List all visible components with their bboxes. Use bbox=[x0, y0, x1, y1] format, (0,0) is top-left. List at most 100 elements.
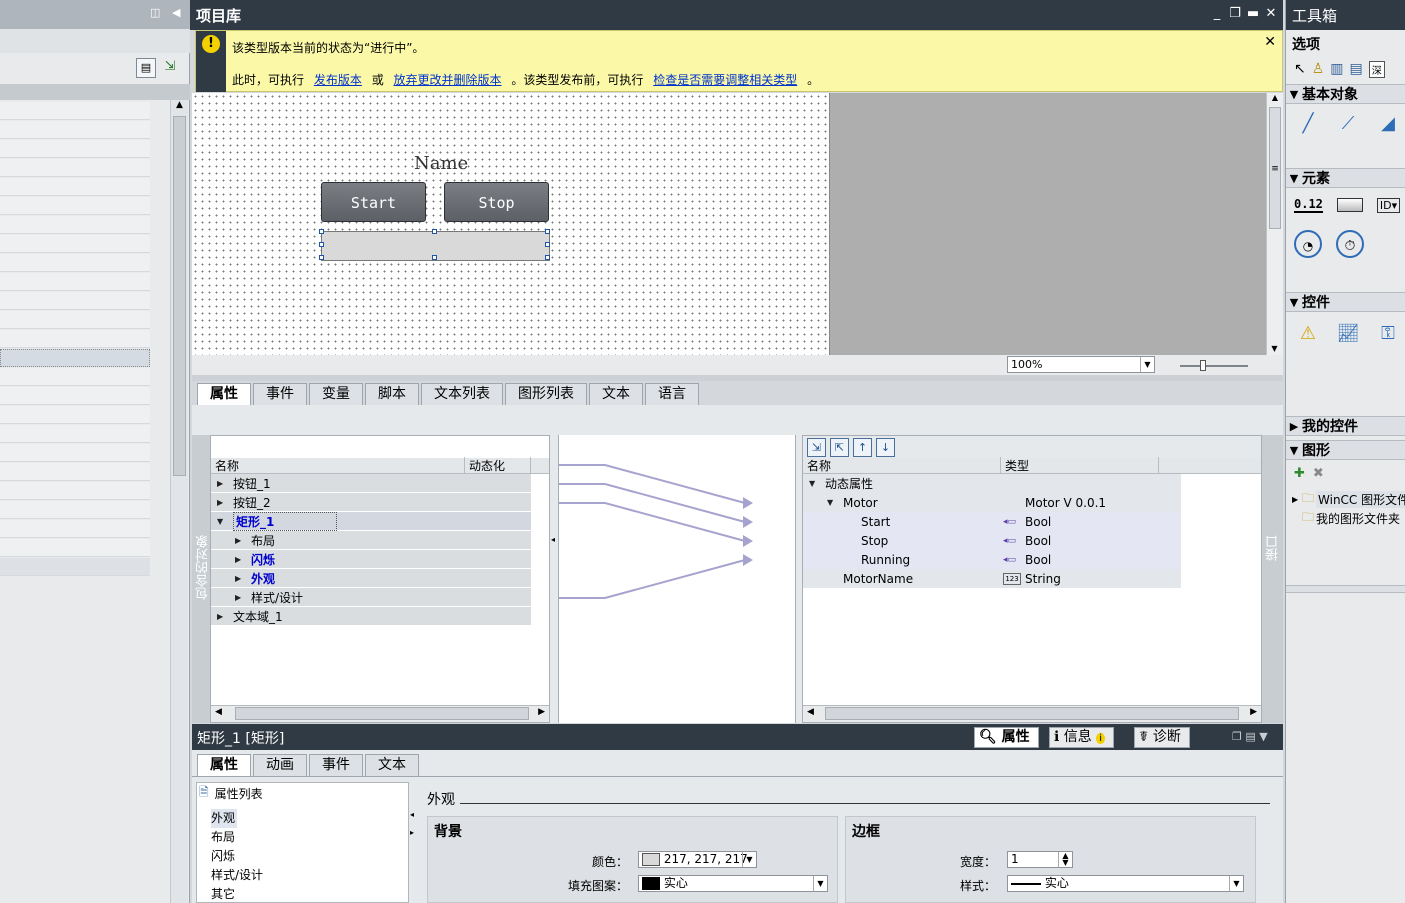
scroll-right-icon[interactable]: ▶ bbox=[1250, 707, 1257, 717]
col-dynamic[interactable]: 动态化 bbox=[465, 457, 531, 474]
scroll-thumb[interactable] bbox=[235, 707, 529, 720]
resize-handle[interactable] bbox=[432, 229, 437, 234]
faceplate-canvas[interactable]: Name Start Stop bbox=[192, 93, 830, 355]
fill-pattern-select[interactable]: 实心 ▼ bbox=[638, 875, 828, 892]
zoom-select[interactable]: 100% ▼ bbox=[1007, 356, 1155, 373]
tree-row-selected[interactable]: ▼ 矩形_1 bbox=[211, 511, 531, 531]
tab-events[interactable]: 事件 bbox=[253, 383, 307, 405]
expand-icon[interactable]: ▶ bbox=[235, 555, 245, 564]
collapse-icon[interactable]: ▼ bbox=[809, 479, 819, 488]
switch-element-icon[interactable]: ID▾ bbox=[1376, 197, 1401, 213]
scroll-left-icon[interactable]: ◀ bbox=[807, 707, 814, 717]
horizontal-scrollbar[interactable]: ◀ ▶ bbox=[803, 705, 1261, 722]
close-icon[interactable]: ✕ bbox=[1264, 7, 1278, 21]
start-button[interactable]: Start bbox=[321, 182, 426, 222]
scroll-thumb[interactable]: ≡ bbox=[1269, 107, 1281, 229]
chevron-down-icon[interactable]: ▼ bbox=[1286, 172, 1302, 185]
resize-handle[interactable] bbox=[545, 242, 550, 247]
section-controls[interactable]: ▼ 控件 bbox=[1286, 292, 1405, 312]
tab-languages[interactable]: 语言 bbox=[645, 383, 699, 405]
resize-handle[interactable] bbox=[432, 255, 437, 260]
tree-row[interactable]: Stop ◂▭ Bool bbox=[803, 531, 1181, 550]
tree-row[interactable]: Start ◂▭ Bool bbox=[803, 512, 1181, 531]
left-vertical-scrollbar[interactable]: ▲ bbox=[170, 100, 188, 903]
scroll-up-icon[interactable]: ▲ bbox=[171, 100, 188, 116]
scroll-up-icon[interactable]: ▲ bbox=[1267, 93, 1283, 107]
button-element-icon[interactable] bbox=[1336, 198, 1363, 212]
chevron-down-icon[interactable]: ▼ bbox=[1286, 444, 1302, 457]
banner-close-icon[interactable]: ✕ bbox=[1264, 34, 1276, 50]
icon-view-icon[interactable]: ▥ bbox=[1330, 61, 1343, 77]
tree-row[interactable]: ▶ 按钮_1 bbox=[211, 474, 531, 493]
expand-icon[interactable]: ▶ bbox=[217, 479, 227, 488]
move-down-icon[interactable]: ↓ bbox=[876, 437, 895, 457]
tree-row[interactable]: ▼ Motor Motor V 0.0.1 bbox=[803, 493, 1181, 512]
line-icon[interactable]: ╱ bbox=[1294, 110, 1322, 138]
col-name[interactable]: 名称 bbox=[211, 457, 465, 474]
tab-tags[interactable]: 变量 bbox=[309, 383, 363, 405]
export-icon[interactable]: ⇲ bbox=[160, 58, 180, 78]
list-item[interactable] bbox=[0, 501, 150, 519]
property-item-appearance[interactable]: 外观 bbox=[211, 809, 237, 828]
inspector-tab-properties[interactable]: 🔍︎ 属性 bbox=[974, 727, 1039, 748]
list-item[interactable] bbox=[0, 368, 150, 386]
add-property-icon[interactable]: ⇲ bbox=[807, 437, 826, 457]
tree-row[interactable]: ▼ 动态属性 bbox=[803, 474, 1181, 493]
panel-options-icon[interactable]: ❐ ▤ ▼ bbox=[1232, 730, 1268, 743]
remove-property-icon[interactable]: ⇱ bbox=[830, 437, 849, 457]
section-my-controls[interactable]: ▶ 我的控件 bbox=[1286, 416, 1405, 436]
list-item[interactable] bbox=[0, 254, 150, 272]
maximize-icon[interactable]: ▬ bbox=[1246, 7, 1260, 21]
section-elements[interactable]: ▼ 元素 bbox=[1286, 168, 1405, 188]
chevron-down-icon[interactable]: ▼ bbox=[1286, 296, 1302, 309]
section-graphics[interactable]: ▼ 图形 bbox=[1286, 440, 1405, 460]
splitter-handle[interactable]: ◂ ▸ bbox=[410, 810, 416, 890]
io-field-icon[interactable]: 0.12 bbox=[1294, 197, 1323, 213]
property-item-style[interactable]: 样式/设计 bbox=[211, 866, 408, 885]
discard-changes-link[interactable]: 放弃更改并删除版本 bbox=[394, 73, 502, 87]
col-type[interactable]: 类型 bbox=[1001, 457, 1159, 474]
tree-row[interactable]: ▶ 样式/设计 bbox=[211, 588, 531, 607]
stepper-icon[interactable]: ▲ ▼ bbox=[1058, 852, 1072, 867]
list-item[interactable] bbox=[0, 482, 150, 500]
splitter[interactable] bbox=[1286, 585, 1405, 593]
list-item[interactable] bbox=[0, 197, 150, 215]
remove-folder-icon[interactable]: ✖ bbox=[1313, 466, 1324, 481]
user-view-icon[interactable]: ⚿ bbox=[1374, 320, 1402, 348]
tab-graphic-lists[interactable]: 图形列表 bbox=[505, 383, 587, 405]
resize-handle[interactable] bbox=[319, 242, 324, 247]
list-item[interactable] bbox=[0, 463, 150, 481]
scroll-left-icon[interactable]: ◀ bbox=[215, 707, 222, 717]
list-item[interactable] bbox=[0, 216, 150, 234]
list-item[interactable] bbox=[0, 102, 150, 120]
resize-handle[interactable] bbox=[319, 229, 324, 234]
tab-properties[interactable]: 属性 bbox=[197, 383, 251, 405]
zoom-slider-track[interactable] bbox=[1180, 365, 1248, 367]
collapse-left-icon[interactable]: ◀ bbox=[172, 6, 184, 20]
tree-row[interactable]: MotorName 123 String bbox=[803, 569, 1181, 588]
pointer-icon[interactable]: ↖ bbox=[1294, 61, 1306, 77]
list-view-icon[interactable]: ▤ bbox=[1350, 61, 1363, 77]
trend-view-icon[interactable]: 📈︎ bbox=[1334, 320, 1362, 348]
polyline-icon[interactable]: ⟋ bbox=[1334, 110, 1362, 138]
list-item[interactable] bbox=[0, 235, 150, 253]
expand-icon[interactable]: ▶ bbox=[217, 612, 227, 621]
expand-icon[interactable]: ▶ bbox=[235, 574, 245, 583]
list-item[interactable] bbox=[0, 444, 150, 462]
tab-properties[interactable]: 属性 bbox=[197, 754, 251, 776]
editor-vertical-scrollbar[interactable]: ▲ ≡ ▼ bbox=[1266, 93, 1283, 355]
add-folder-icon[interactable]: ✚ bbox=[1294, 466, 1305, 481]
chevron-down-icon[interactable]: ▼ bbox=[1286, 88, 1302, 101]
scroll-thumb[interactable] bbox=[825, 707, 1239, 720]
tree-row[interactable]: ▶ 布局 bbox=[211, 531, 531, 550]
splitter[interactable] bbox=[192, 375, 1283, 381]
inspector-tab-diagnostics[interactable]: ☤ 诊断 bbox=[1134, 727, 1190, 748]
tab-events[interactable]: 事件 bbox=[309, 754, 363, 776]
tab-scripts[interactable]: 脚本 bbox=[365, 383, 419, 405]
tab-animations[interactable]: 动画 bbox=[253, 754, 307, 776]
check-related-types-link[interactable]: 检查是否需要调整相关类型 bbox=[653, 73, 797, 87]
user-icon[interactable]: ♙ bbox=[1312, 61, 1325, 77]
stop-button[interactable]: Stop bbox=[444, 182, 549, 222]
expand-icon[interactable]: ▶ bbox=[1292, 495, 1302, 504]
chevron-down-icon[interactable]: ▼ bbox=[742, 852, 756, 867]
